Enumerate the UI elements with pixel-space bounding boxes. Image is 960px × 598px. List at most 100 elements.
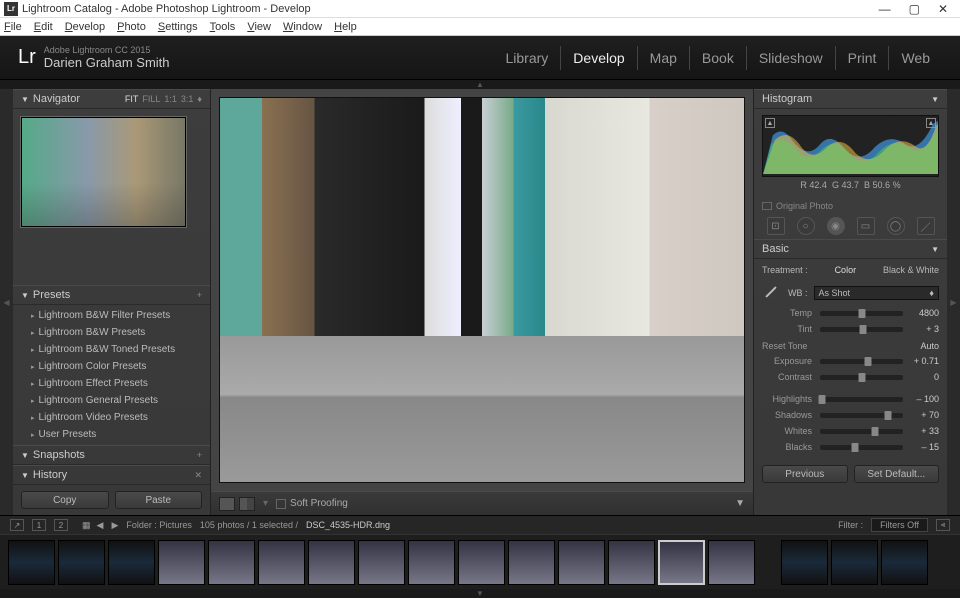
basic-header[interactable]: Basic▼ xyxy=(754,239,947,259)
histogram-header[interactable]: Histogram ▼ xyxy=(754,89,947,109)
navigator-header[interactable]: ▼ Navigator FIT FILL 1:1 3:1 ♦ xyxy=(13,89,210,109)
zoom-menu-icon[interactable]: ♦ xyxy=(197,94,202,104)
slider-track[interactable] xyxy=(820,359,903,364)
main-window-btn[interactable]: 1 xyxy=(32,519,46,531)
filter-lock-icon[interactable]: ⫷ xyxy=(936,519,950,531)
spot-tool-icon[interactable]: ○ xyxy=(797,217,815,235)
before-after-icon[interactable] xyxy=(239,497,255,511)
second-window-icon[interactable]: ↗ xyxy=(10,519,24,531)
menu-develop[interactable]: Develop xyxy=(65,21,105,33)
slider-value[interactable]: + 3 xyxy=(911,324,939,334)
filmstrip-thumb[interactable] xyxy=(781,540,828,585)
zoom-3to1[interactable]: 3:1 xyxy=(181,94,194,104)
left-panel-toggle[interactable]: ◀ xyxy=(0,89,13,515)
filmstrip-thumb[interactable] xyxy=(258,540,305,585)
toolbar-menu-icon[interactable]: ▼ xyxy=(735,498,745,509)
filmstrip-thumb[interactable] xyxy=(708,540,755,585)
original-photo-toggle[interactable]: Original Photo xyxy=(754,199,947,213)
add-preset-icon[interactable]: + xyxy=(197,290,202,300)
paste-button[interactable]: Paste xyxy=(115,491,203,509)
module-map[interactable]: Map xyxy=(637,46,689,70)
zoom-1to1[interactable]: 1:1 xyxy=(164,94,177,104)
folder-path[interactable]: Folder : Pictures xyxy=(126,520,192,530)
history-header[interactable]: ▼History ✕ xyxy=(13,465,210,485)
slider-track[interactable] xyxy=(820,327,903,332)
slider-value[interactable]: – 15 xyxy=(911,442,939,452)
preset-folder[interactable]: Lightroom General Presets xyxy=(13,392,210,409)
menu-edit[interactable]: Edit xyxy=(34,21,53,33)
slider-value[interactable]: + 33 xyxy=(911,426,939,436)
wb-select[interactable]: As Shot♦ xyxy=(814,286,940,300)
snapshots-header[interactable]: ▼Snapshots + xyxy=(13,445,210,465)
module-web[interactable]: Web xyxy=(888,46,942,70)
auto-tone[interactable]: Auto xyxy=(920,341,939,351)
main-photo[interactable] xyxy=(219,97,745,483)
preset-folder[interactable]: Lightroom B&W Toned Presets xyxy=(13,341,210,358)
module-library[interactable]: Library xyxy=(494,46,561,70)
treatment-bw[interactable]: Black & White xyxy=(883,265,939,275)
grid-view-icon[interactable]: ▦ xyxy=(82,520,89,531)
filmstrip-thumb[interactable] xyxy=(208,540,255,585)
top-panel-toggle[interactable]: ▲ xyxy=(0,80,960,89)
filmstrip-thumb[interactable] xyxy=(608,540,655,585)
second-window-btn[interactable]: 2 xyxy=(54,519,68,531)
filmstrip-thumb[interactable] xyxy=(158,540,205,585)
slider-value[interactable]: 4800 xyxy=(911,308,939,318)
filmstrip-thumb[interactable] xyxy=(8,540,55,585)
module-slideshow[interactable]: Slideshow xyxy=(746,46,835,70)
filmstrip-thumb[interactable] xyxy=(558,540,605,585)
preset-folder[interactable]: Lightroom Color Presets xyxy=(13,358,210,375)
radial-tool-icon[interactable]: ◯ xyxy=(887,217,905,235)
zoom-fill[interactable]: FILL xyxy=(142,94,160,104)
clear-history-icon[interactable]: ✕ xyxy=(194,470,202,481)
module-develop[interactable]: Develop xyxy=(560,46,636,70)
copy-button[interactable]: Copy xyxy=(21,491,109,509)
loupe-view-icon[interactable] xyxy=(219,497,235,511)
slider-value[interactable]: + 0.71 xyxy=(911,356,939,366)
treatment-color[interactable]: Color xyxy=(835,265,857,275)
filmstrip-thumb[interactable] xyxy=(508,540,555,585)
module-print[interactable]: Print xyxy=(835,46,889,70)
close-icon[interactable]: ✕ xyxy=(938,2,948,16)
slider-value[interactable]: 0 xyxy=(911,372,939,382)
back-icon[interactable]: ◀ xyxy=(97,520,104,531)
minimize-icon[interactable]: — xyxy=(879,2,891,16)
filmstrip-thumb[interactable] xyxy=(108,540,155,585)
presets-header[interactable]: ▼Presets + xyxy=(13,285,210,305)
gradient-tool-icon[interactable]: ▭ xyxy=(857,217,875,235)
slider-track[interactable] xyxy=(820,311,903,316)
slider-track[interactable] xyxy=(820,375,903,380)
redeye-tool-icon[interactable]: ◉ xyxy=(827,217,845,235)
slider-value[interactable]: + 70 xyxy=(911,410,939,420)
menu-file[interactable]: File xyxy=(4,21,22,33)
filmstrip-thumb[interactable] xyxy=(58,540,105,585)
fwd-icon[interactable]: ▶ xyxy=(111,520,118,531)
crop-tool-icon[interactable]: ⊡ xyxy=(767,217,785,235)
filmstrip-thumb[interactable] xyxy=(881,540,928,585)
menu-photo[interactable]: Photo xyxy=(117,21,146,33)
zoom-fit[interactable]: FIT xyxy=(125,94,139,104)
filmstrip-thumb[interactable] xyxy=(831,540,878,585)
maximize-icon[interactable]: ▢ xyxy=(909,2,920,16)
previous-button[interactable]: Previous xyxy=(762,465,848,483)
preset-folder[interactable]: Lightroom B&W Presets xyxy=(13,324,210,341)
menu-window[interactable]: Window xyxy=(283,21,322,33)
filmstrip[interactable] xyxy=(0,534,960,589)
slider-track[interactable] xyxy=(820,413,903,418)
slider-track[interactable] xyxy=(820,397,903,402)
right-panel-toggle[interactable]: ▶ xyxy=(947,89,960,515)
filmstrip-thumb[interactable] xyxy=(308,540,355,585)
filmstrip-thumb[interactable] xyxy=(408,540,455,585)
preset-folder[interactable]: Lightroom Effect Presets xyxy=(13,375,210,392)
filmstrip-thumb[interactable] xyxy=(658,540,705,585)
menu-view[interactable]: View xyxy=(247,21,271,33)
menu-settings[interactable]: Settings xyxy=(158,21,198,33)
filter-value[interactable]: Filters Off xyxy=(871,518,928,532)
menu-tools[interactable]: Tools xyxy=(210,21,236,33)
module-book[interactable]: Book xyxy=(689,46,746,70)
histogram[interactable]: ▲ ▲ R 42.4 G 43.7 B 50.6 % xyxy=(754,109,947,199)
preset-folder[interactable]: Lightroom Video Presets xyxy=(13,409,210,426)
set-default-button[interactable]: Set Default... xyxy=(854,465,940,483)
preset-folder[interactable]: Lightroom B&W Filter Presets xyxy=(13,307,210,324)
wb-dropper-icon[interactable] xyxy=(762,283,782,303)
